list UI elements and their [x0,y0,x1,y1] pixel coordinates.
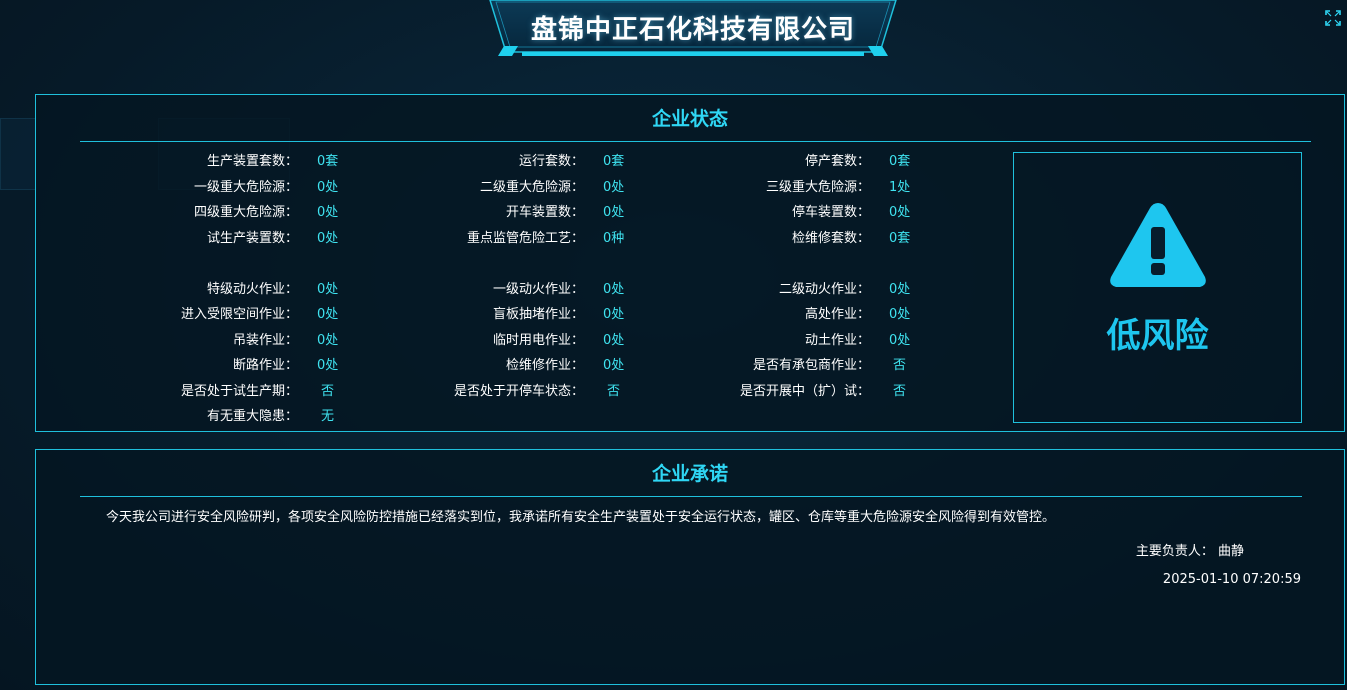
stat-value: 0处 [317,358,339,373]
stat-label: 检维修作业： [505,358,584,373]
stat-value: 0套 [317,154,339,169]
stat-label: 是否处于开停车状态： [453,384,584,399]
stat-label: 运行套数： [518,154,584,169]
panel-title: 企业承诺 [651,463,728,485]
stat-value: 0处 [889,333,911,348]
stat-label: 开车装置数： [505,205,584,220]
stat-label: 盲板抽堵作业： [492,307,584,322]
dashboard-stage: 盘锦中正石化科技有限公司 企业状态 生产装置套数： 0套 运行套数： 0套 停产套数： 0… [0,0,1347,690]
stat-label: 有无重大隐患： [206,409,298,424]
warning-triangle-icon [1110,203,1206,287]
stat-value: 0套 [889,231,911,246]
stat-value: 0处 [317,333,339,348]
stat-label: 高处作业： [804,307,870,322]
fullscreen-icon[interactable] [1325,10,1341,26]
stat-value: 0处 [603,358,625,373]
stat-value: 0处 [603,205,625,220]
stat-value: 0处 [603,307,625,322]
risk-level-card: 低风险 [1013,152,1302,423]
stat-label: 是否处于试生产期： [180,384,298,399]
page-header: 盘锦中正石化科技有限公司 [488,0,898,60]
stat-value: 0处 [603,282,625,297]
stat-value: 0处 [317,282,339,297]
promise-statement: 今天我公司进行安全风险研判，各项安全风险防控措施已经落实到位，我承诺所有安全生产… [106,510,1056,525]
stat-value: 0处 [317,180,339,195]
stat-label: 检维修套数： [791,231,870,246]
stat-value: 否 [607,384,621,399]
stat-label: 停车装置数： [791,205,870,220]
panel-title: 企业状态 [651,108,728,130]
responsible-person: 主要负责人： 曲静 [1135,544,1244,559]
stat-label: 重点监管危险工艺： [466,231,584,246]
stat-label: 一级动火作业： [492,282,584,297]
enterprise-status-panel: 企业状态 生产装置套数： 0套 运行套数： 0套 停产套数： 0套 一级重大危险源： 0处 二级… [35,94,1345,432]
stat-value: 0处 [603,180,625,195]
stat-value: 0处 [889,282,911,297]
stat-label: 四级重大危险源： [193,205,298,220]
stat-value: 0处 [317,231,339,246]
stat-value: 否 [893,358,907,373]
stat-label: 特级动火作业： [206,282,298,297]
stat-value: 0套 [889,154,911,169]
stat-label: 临时用电作业： [492,333,584,348]
stat-value: 0处 [317,307,339,322]
stat-value: 0种 [603,231,625,246]
page-title: 盘锦中正石化科技有限公司 [530,15,855,45]
risk-level-label: 低风险 [1106,316,1209,356]
stat-label: 一级重大危险源： [193,180,298,195]
stat-value: 否 [893,384,907,399]
promise-timestamp: 2025-01-10 07:20:59 [1162,572,1301,587]
stat-label: 试生产装置数： [206,231,298,246]
enterprise-promise-panel: 企业承诺 今天我公司进行安全风险研判，各项安全风险防控措施已经落实到位，我承诺所… [35,449,1345,685]
stat-value: 0处 [317,205,339,220]
stat-label: 停产套数： [804,154,870,169]
stat-value: 0处 [603,333,625,348]
background-panel [0,118,36,190]
title-divider [80,141,1311,142]
stat-value: 否 [321,384,335,399]
stat-label: 二级重大危险源： [479,180,584,195]
stat-value: 0套 [603,154,625,169]
stat-label: 生产装置套数： [206,154,298,169]
stat-label: 进入受限空间作业： [180,307,298,322]
stat-label: 断路作业： [232,358,298,373]
stat-label: 二级动火作业： [778,282,870,297]
stat-value: 0处 [889,307,911,322]
stat-label: 是否有承包商作业： [752,358,870,373]
stat-label: 动土作业： [804,333,870,348]
stat-label: 三级重大危险源： [765,180,870,195]
stat-value: 无 [321,409,335,424]
stat-label: 是否开展中（扩）试： [739,384,870,399]
stat-label: 吊装作业： [232,333,298,348]
stat-value: 1处 [889,180,911,195]
title-divider [80,496,1302,497]
stat-value: 0处 [889,205,911,220]
